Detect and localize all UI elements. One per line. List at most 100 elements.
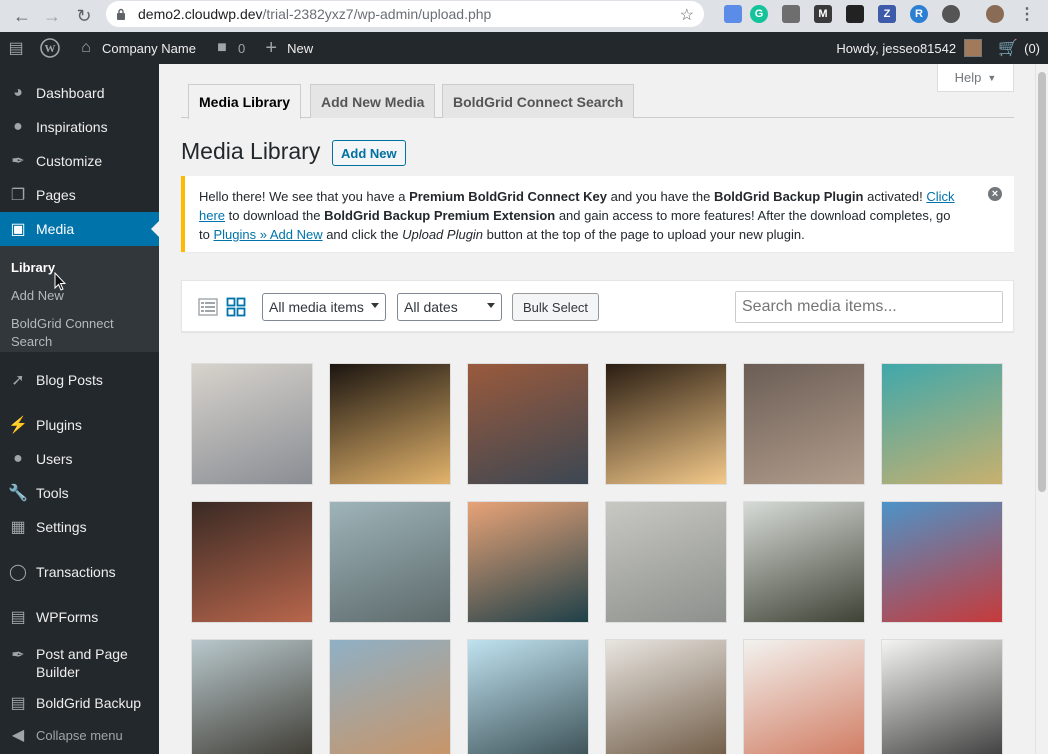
sidebar-item-label: Users [36, 451, 73, 467]
backup-icon: ▤ [10, 695, 26, 712]
media-thumbnail-laptop-hands[interactable] [881, 639, 1003, 754]
sidebar-item-blog-posts[interactable]: ➚ Blog Posts [0, 363, 159, 397]
sidebar-item-dashboard[interactable]: ◕ Dashboard [0, 76, 159, 110]
media-thumbnail-skatepark-air[interactable] [329, 501, 451, 623]
wordpress-logo-icon[interactable]: W [32, 32, 68, 64]
notice-bold: Premium BoldGrid Connect Key [409, 189, 607, 204]
admin-sidebar: ◕ Dashboard ● Inspirations ✒ Customize ❐… [0, 64, 159, 754]
notice-text: and you have the [606, 189, 714, 204]
sidebar-item-label: Tools [36, 485, 69, 501]
bulk-select-button[interactable]: Bulk Select [512, 293, 600, 321]
address-bar[interactable]: demo2.cloudwp.dev/trial-2382yxz7/wp-admi… [106, 1, 704, 27]
chevron-down-icon [371, 303, 379, 312]
sidebar-item-pages[interactable]: ❐ Pages [0, 178, 159, 212]
list-view-icon[interactable] [198, 297, 218, 317]
sidebar-item-users[interactable]: ● Users [0, 442, 159, 476]
page-scrollbar[interactable] [1035, 64, 1048, 754]
extension-blue-icon[interactable] [724, 5, 742, 23]
date-filter[interactable]: All dates [397, 293, 502, 321]
media-search-input[interactable] [735, 291, 1003, 323]
tab-boldgrid-connect-search[interactable]: BoldGrid Connect Search [442, 84, 635, 118]
main-content: Help ▼ Media Library Add New Media BoldG… [159, 64, 1035, 754]
media-thumbnail-desk-hand[interactable] [743, 639, 865, 754]
media-thumbnail-skateboard-wall[interactable] [467, 363, 589, 485]
my-account-link[interactable]: Howdy, jesseo81542 [828, 32, 990, 64]
sidebar-item-settings[interactable]: ▦ Settings [0, 510, 159, 544]
sidebar-item-label: Transactions [36, 564, 116, 580]
sidebar-item-label: Dashboard [36, 85, 105, 101]
media-thumbnail-road-skater[interactable] [743, 501, 865, 623]
media-thumbnail-sunset-skateboarders[interactable] [329, 363, 451, 485]
scrollbar-thumb[interactable] [1038, 72, 1046, 492]
add-new-button[interactable]: Add New [332, 140, 406, 166]
sidebar-item-media[interactable]: ▣ Media [0, 212, 159, 246]
help-label: Help [954, 70, 982, 85]
notice-text: button at the top of the page to upload … [483, 227, 805, 242]
sidebar-item-label: Plugins [36, 417, 82, 433]
plugin-icon: ⚡ [8, 417, 28, 434]
submenu-item-boldgrid-search[interactable]: BoldGrid Connect Search [11, 315, 151, 351]
media-thumbnail-skater-crowd[interactable] [191, 639, 313, 754]
notice-text: and click the [322, 227, 403, 242]
submenu-item-library[interactable]: Library [11, 259, 151, 277]
sidebar-item-customize[interactable]: ✒ Customize [0, 144, 159, 178]
media-thumbnail-skate-bowl-sky[interactable] [467, 501, 589, 623]
sidebar-item-plugins[interactable]: ⚡ Plugins [0, 408, 159, 442]
sidebar-item-tools[interactable]: 🔧 Tools [0, 476, 159, 510]
tab-media-library[interactable]: Media Library [188, 84, 302, 119]
comments-link[interactable]: ■ 0 [204, 32, 253, 64]
media-thumbnail-kitten[interactable] [191, 363, 313, 485]
grid-view-icon[interactable] [226, 297, 246, 317]
svg-text:W: W [45, 43, 56, 55]
wpforms-icon: ▤ [10, 609, 26, 626]
dismiss-notice-icon[interactable]: × [988, 187, 1002, 201]
pages-icon: ❐ [10, 187, 26, 204]
media-thumbnail-sneakers-board[interactable] [191, 501, 313, 623]
profile-avatar[interactable] [986, 5, 1004, 23]
media-type-filter[interactable]: All media items [262, 293, 386, 321]
user-avatar [964, 39, 983, 57]
media-thumbnail-skate-ruins[interactable] [743, 363, 865, 485]
extension-mail-icon[interactable] [782, 5, 800, 23]
sidebar-item-wpforms[interactable]: ▤ WPForms [0, 600, 159, 634]
extension-circle-icon[interactable] [942, 5, 960, 23]
site-name-link[interactable]: ⌂ Company Name [68, 32, 204, 64]
media-thumbnail-skate-bowl-teal[interactable] [881, 363, 1003, 485]
sidebar-item-transactions[interactable]: ◯ Transactions [0, 555, 159, 589]
media-thumbnail-skate-sunlight[interactable] [605, 363, 727, 485]
media-type-value: All media items [269, 299, 364, 315]
dashboard-icon: ◕ [13, 84, 23, 101]
tab-add-new-media[interactable]: Add New Media [310, 84, 436, 118]
notice-text: Hello there! We see that you have a [199, 189, 410, 204]
media-submenu: Library Add New BoldGrid Connect Search [0, 246, 159, 352]
grammarly-icon[interactable]: G [750, 5, 768, 23]
reload-icon[interactable]: ↻ [70, 2, 98, 30]
collapse-menu-button[interactable]: ◀ Collapse menu [0, 718, 159, 752]
plugins-add-new-link[interactable]: Plugins » Add New [213, 227, 322, 242]
url-path: /trial-2382yxz7/wp-admin/upload.php [262, 6, 492, 22]
back-icon[interactable]: ← [8, 2, 36, 30]
submenu-item-add-new[interactable]: Add New [11, 287, 151, 305]
extension-z-icon[interactable]: Z [878, 5, 896, 23]
pin-icon: ➚ [11, 372, 25, 389]
new-content-link[interactable]: + New [253, 32, 321, 64]
media-thumbnail-pocket-watch[interactable] [605, 639, 727, 754]
bookmark-star-icon[interactable]: ☆ [680, 5, 694, 25]
collapse-icon: ◀ [11, 727, 25, 744]
sidebar-item-boldgrid-backup[interactable]: ▤ BoldGrid Backup [0, 686, 159, 720]
extension-m-icon[interactable]: M [814, 5, 832, 23]
browser-menu-icon[interactable]: ⋮ [1018, 5, 1036, 23]
cart-link[interactable]: 🛒 (0) [990, 32, 1048, 64]
extension-r-icon[interactable]: R [910, 5, 928, 23]
extension-phone-icon[interactable] [846, 5, 864, 23]
comment-icon: ■ [217, 39, 227, 56]
media-thumbnail-concrete-bowl[interactable] [605, 501, 727, 623]
media-thumbnail-graffiti-wall[interactable] [881, 501, 1003, 623]
sidebar-item-label: WPForms [36, 609, 99, 625]
forward-icon[interactable]: → [38, 2, 66, 30]
sidebar-item-inspirations[interactable]: ● Inspirations [0, 110, 159, 144]
sidebar-toggle-icon[interactable]: ▤ [0, 32, 32, 64]
media-thumbnail-beach-skater[interactable] [329, 639, 451, 754]
sidebar-item-post-page-builder[interactable]: ✒ Post and Page Builder [0, 642, 159, 684]
media-thumbnail-jump-sea[interactable] [467, 639, 589, 754]
